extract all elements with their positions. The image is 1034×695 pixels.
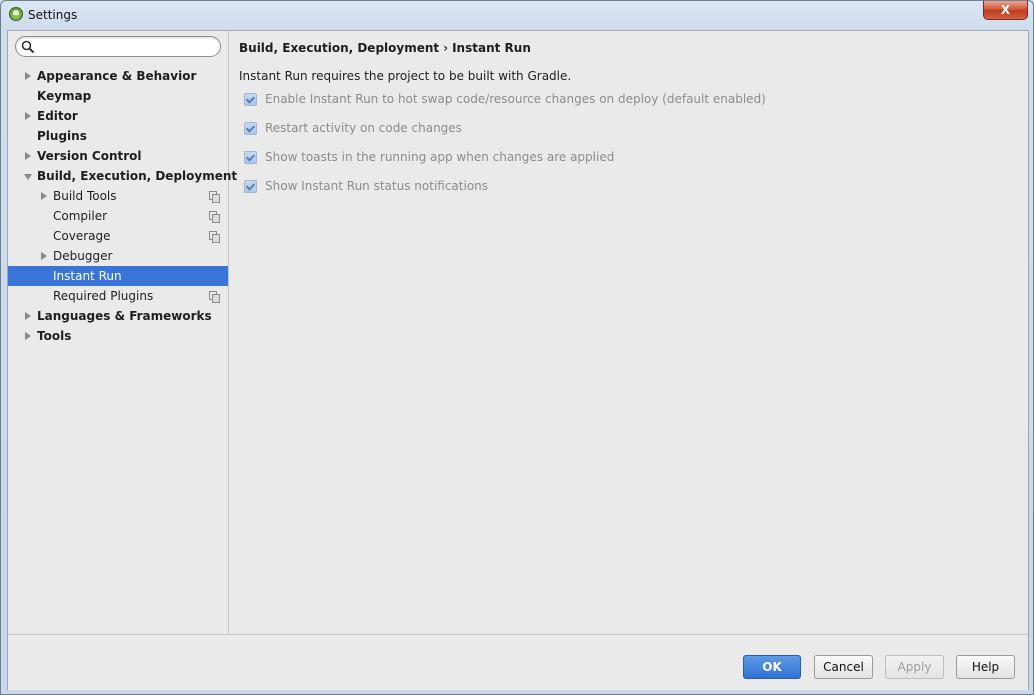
project-settings-icon [209, 191, 220, 203]
option-row: Show Instant Run status notifications [244, 179, 844, 195]
breadcrumb: Build, Execution, Deployment › Instant Run [239, 41, 531, 55]
option-label: Restart activity on code changes [265, 121, 462, 135]
title-bar[interactable]: Settings X [1, 1, 1033, 29]
sidebar-item-label: Build Tools [53, 189, 117, 203]
sidebar-item[interactable]: Debugger [8, 246, 228, 266]
close-button[interactable]: X [983, 1, 1028, 20]
sidebar-item[interactable]: Keymap [8, 86, 228, 106]
sidebar-item[interactable]: Build Tools [8, 186, 228, 206]
settings-window: Settings X Appearance & Behavior Keymap Ed… [0, 0, 1034, 695]
option-row: Show toasts in the running app when chan… [244, 150, 844, 166]
sidebar-item[interactable]: Version Control [8, 146, 228, 166]
sidebar-item-label: Keymap [37, 89, 92, 103]
sidebar-item[interactable]: Tools [8, 326, 228, 346]
sidebar-item-label: Tools [37, 329, 72, 343]
dialog-body: Appearance & Behavior Keymap Editor Plugins… [7, 30, 1029, 690]
sidebar-item-label: Plugins [37, 129, 87, 143]
expand-arrow-right-icon[interactable] [23, 146, 33, 166]
window-title: Settings [28, 8, 78, 22]
project-settings-icon [209, 231, 220, 243]
search-box[interactable] [15, 36, 221, 57]
expand-arrow-right-icon[interactable] [23, 306, 33, 326]
sidebar-item-label: Appearance & Behavior [37, 69, 197, 83]
sidebar-item[interactable]: Required Plugins [8, 286, 228, 306]
sidebar-item[interactable]: Editor [8, 106, 228, 126]
sidebar-item[interactable]: Plugins [8, 126, 228, 146]
expand-arrow-right-icon[interactable] [23, 66, 33, 86]
option-label: Show Instant Run status notifications [265, 179, 489, 193]
option-checkbox[interactable] [244, 151, 257, 164]
expand-arrow-right-icon[interactable] [39, 246, 49, 266]
settings-content: Build, Execution, Deployment › Instant Run… [229, 31, 1028, 634]
android-studio-icon [9, 7, 23, 21]
option-checkbox[interactable] [244, 122, 257, 135]
sidebar-item-label: Instant Run [53, 269, 122, 283]
ok-button[interactable]: OK [743, 655, 801, 679]
sidebar-item[interactable]: Instant Run [8, 266, 228, 286]
option-row: Restart activity on code changes [244, 121, 844, 137]
expand-arrow-right-icon[interactable] [39, 186, 49, 206]
sidebar-item[interactable]: Compiler [8, 206, 228, 226]
expand-arrow-down-icon[interactable] [23, 166, 33, 186]
breadcrumb-parent[interactable]: Build, Execution, Deployment [239, 41, 439, 55]
settings-tree: Appearance & Behavior Keymap Editor Plugins… [8, 66, 237, 346]
breadcrumb-separator: › [443, 41, 449, 55]
expand-arrow-right-icon[interactable] [23, 326, 33, 346]
option-row: Enable Instant Run to hot swap code/reso… [244, 92, 844, 108]
sidebar-item[interactable]: Appearance & Behavior [8, 66, 228, 86]
sidebar-item[interactable]: Coverage [8, 226, 228, 246]
sidebar-item-label: Version Control [37, 149, 142, 163]
option-checkbox[interactable] [244, 93, 257, 106]
sidebar-item-label: Languages & Frameworks [37, 309, 212, 323]
sidebar-item[interactable]: Build, Execution, Deployment [8, 166, 237, 186]
project-settings-icon [209, 211, 220, 223]
expand-arrow-right-icon[interactable] [23, 106, 33, 126]
apply-button[interactable]: Apply [885, 655, 944, 679]
search-input[interactable] [38, 39, 214, 54]
option-label: Enable Instant Run to hot swap code/reso… [265, 92, 766, 106]
dialog-footer: OK Cancel Apply Help [8, 634, 1028, 690]
cancel-button[interactable]: Cancel [814, 655, 873, 679]
sidebar-item-label: Compiler [53, 209, 108, 223]
sidebar-item-label: Editor [37, 109, 78, 123]
sidebar-item-label: Debugger [53, 249, 113, 263]
option-checkbox[interactable] [244, 180, 257, 193]
option-label: Show toasts in the running app when chan… [265, 150, 615, 164]
gradle-requirement-text: Instant Run requires the project to be b… [239, 69, 572, 83]
sidebar-item-label: Required Plugins [53, 289, 154, 303]
settings-sidebar: Appearance & Behavior Keymap Editor Plugins… [8, 31, 237, 634]
sidebar-item[interactable]: Languages & Frameworks [8, 306, 228, 326]
sidebar-item-label: Coverage [53, 229, 111, 243]
search-icon [21, 40, 35, 54]
breadcrumb-current: Instant Run [452, 41, 531, 55]
sidebar-item-label: Build, Execution, Deployment [37, 169, 238, 183]
help-button[interactable]: Help [956, 655, 1015, 679]
project-settings-icon [209, 291, 220, 303]
